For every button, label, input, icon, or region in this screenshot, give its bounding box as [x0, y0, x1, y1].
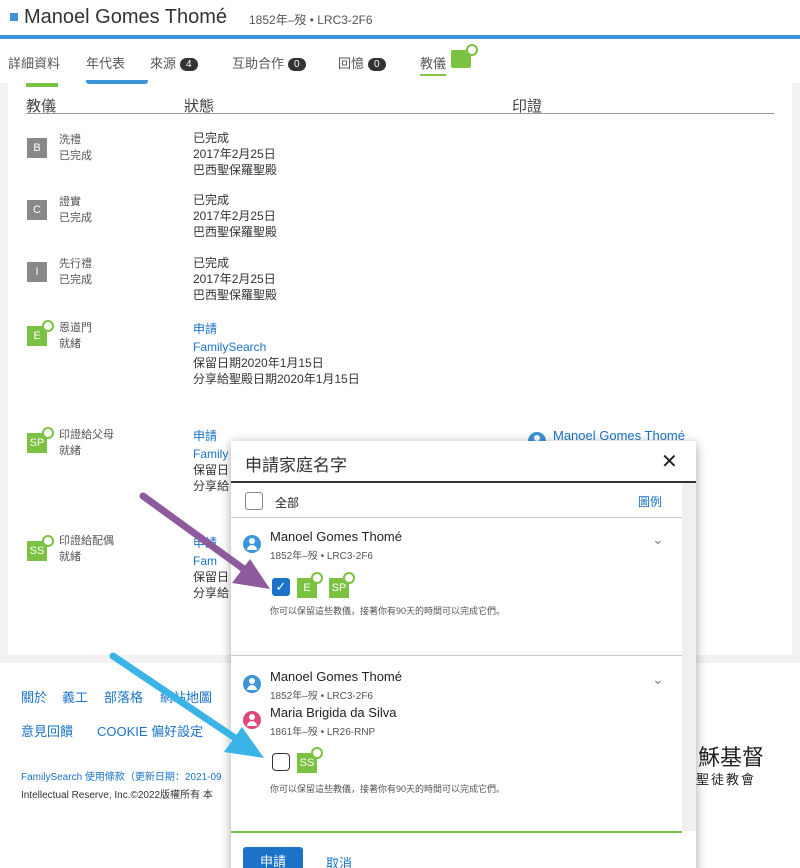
- ordinance-row-initiatory: 先行禮 已完成: [59, 258, 92, 286]
- sealing-parents-status: 申請 Family 保留日 分享給: [193, 428, 230, 493]
- divider: [231, 655, 682, 656]
- clock-icon: [42, 427, 54, 439]
- baptism-icon: B: [27, 138, 47, 158]
- scrolled-button-stub: [86, 80, 148, 84]
- familysearch-link[interactable]: Family: [193, 446, 229, 462]
- person-name: Manoel Gomes Thomé: [270, 529, 402, 544]
- ordinance-row-confirmation: 證實 已完成: [59, 196, 92, 224]
- familysearch-link[interactable]: Fam: [193, 553, 229, 569]
- chevron-down-icon[interactable]: ⌄: [652, 671, 664, 688]
- submit-request-button[interactable]: 申請: [243, 847, 303, 868]
- initiatory-status: 已完成 2017年2月25日 巴西聖保羅聖殿: [193, 256, 278, 302]
- footer-link-cookie[interactable]: COOKIE 偏好設定: [97, 721, 203, 740]
- tab-details[interactable]: 詳細資料: [8, 53, 60, 72]
- person-avatar-icon: [243, 535, 261, 553]
- spouse-avatar-icon: [243, 711, 261, 729]
- request-link[interactable]: 申請: [193, 321, 360, 337]
- ordinance-row-baptism: 洗禮 已完成: [59, 134, 92, 162]
- person-name: Manoel Gomes Thomé: [270, 669, 402, 684]
- request-names-dialog: 申請家庭名字 ✕ 全部 圖例 Manoel Gomes Thomé 1852年–…: [231, 441, 696, 868]
- church-logo-line2: 聖徒教會: [696, 773, 757, 788]
- chevron-down-icon[interactable]: ⌄: [652, 531, 664, 548]
- dialog-footer-rule: [231, 831, 682, 833]
- reservation-note: 你可以保留這些教儀，接著你有90天的時間可以完成它們。: [270, 784, 506, 794]
- sources-count-badge: 4: [180, 58, 198, 71]
- person-marker-icon: [10, 13, 18, 21]
- baptism-status: 已完成 2017年2月25日 巴西聖保羅聖殿: [193, 131, 278, 177]
- dialog-title-rule: [231, 481, 696, 483]
- sealing-spouse-status: 申請 Fam 保留日 分享給: [193, 535, 230, 600]
- footer-link-blog[interactable]: 部落格: [104, 687, 143, 706]
- scrolled-element-green: [26, 83, 58, 87]
- divider: [231, 517, 682, 518]
- cancel-button[interactable]: 取消: [326, 853, 352, 868]
- footer-link-sitemap[interactable]: 網站地圖: [160, 687, 212, 706]
- tab-ordinances[interactable]: 教儀: [420, 53, 447, 76]
- spouse-meta: 1861年–歿 • LR26-RNP: [270, 727, 376, 738]
- ordinance-row-sealing-spouse: 印證給配偶 就緒: [59, 535, 114, 563]
- collaborate-count-badge: 0: [288, 58, 306, 71]
- select-all-checkbox[interactable]: [245, 492, 263, 510]
- person-meta: 1852年–歿 • LRC3-2F6: [270, 551, 373, 562]
- person-header: Manoel Gomes Thomé 1852年–歿 • LRC3-2F6: [0, 0, 800, 36]
- clock-icon: [311, 572, 323, 584]
- spouse-name: Maria Brigida da Silva: [270, 705, 397, 720]
- tab-sources[interactable]: 來源 4: [150, 53, 198, 72]
- endowment-status: 申請 FamilySearch 保留日期2020年1月15日 分享給聖殿日期202…: [193, 321, 360, 386]
- clock-icon: [42, 535, 54, 547]
- request-link[interactable]: 申請: [193, 428, 229, 444]
- person-meta: 1852年–歿 • LRC3-2F6: [270, 691, 373, 702]
- ordinance-row-endowment: 恩道門 就緒: [59, 322, 92, 350]
- clock-icon: [42, 320, 54, 332]
- person-meta: 1852年–歿 • LRC3-2F6: [249, 13, 373, 27]
- couple-ordinance-checkbox[interactable]: [272, 753, 290, 771]
- dialog-scrollbar[interactable]: [682, 483, 696, 831]
- tab-collaborate[interactable]: 互助合作 0: [232, 53, 306, 72]
- tab-memories[interactable]: 回憶 0: [338, 53, 386, 72]
- clock-icon: [466, 44, 478, 56]
- tab-bar: 詳細資料 年代表 來源 4 互助合作 0 回憶 0 教儀: [0, 39, 800, 83]
- tab-timeline[interactable]: 年代表: [86, 53, 125, 72]
- person-avatar-icon: [243, 675, 261, 693]
- footer-terms[interactable]: FamilySearch 使用條款（更新日期：2021-09: [21, 768, 222, 783]
- footer-copyright: Intellectual Reserve, Inc.©2022版權所有 本: [21, 790, 213, 801]
- request-link[interactable]: 申請: [193, 535, 229, 551]
- dialog-title: 申請家庭名字: [245, 456, 347, 475]
- footer-link-volunteer[interactable]: 義工: [62, 687, 88, 706]
- reservation-note: 你可以保留這些教儀，接著你有90天的時間可以完成它們。: [270, 606, 506, 616]
- confirmation-status: 已完成 2017年2月25日 巴西聖保羅聖殿: [193, 193, 278, 239]
- familysearch-link[interactable]: FamilySearch: [193, 339, 360, 355]
- ordinance-row-sealing-parents: 印證給父母 就緒: [59, 429, 114, 457]
- legend-link[interactable]: 圖例: [638, 493, 662, 510]
- church-logo-line1: 穌基督: [698, 746, 765, 771]
- confirmation-icon: C: [27, 200, 47, 220]
- memories-count-badge: 0: [368, 58, 386, 71]
- clock-icon: [311, 747, 323, 759]
- close-icon[interactable]: ✕: [661, 449, 678, 474]
- clock-icon: [343, 572, 355, 584]
- person-name: Manoel Gomes Thomé: [24, 6, 228, 28]
- header-rule: [26, 113, 774, 114]
- select-all-label: 全部: [275, 496, 300, 510]
- footer-link-about[interactable]: 關於: [21, 687, 47, 706]
- footer-link-feedback[interactable]: 意見回饋: [21, 721, 73, 740]
- initiatory-icon: I: [27, 262, 47, 282]
- person1-ordinance-checkbox[interactable]: ✓: [272, 578, 290, 596]
